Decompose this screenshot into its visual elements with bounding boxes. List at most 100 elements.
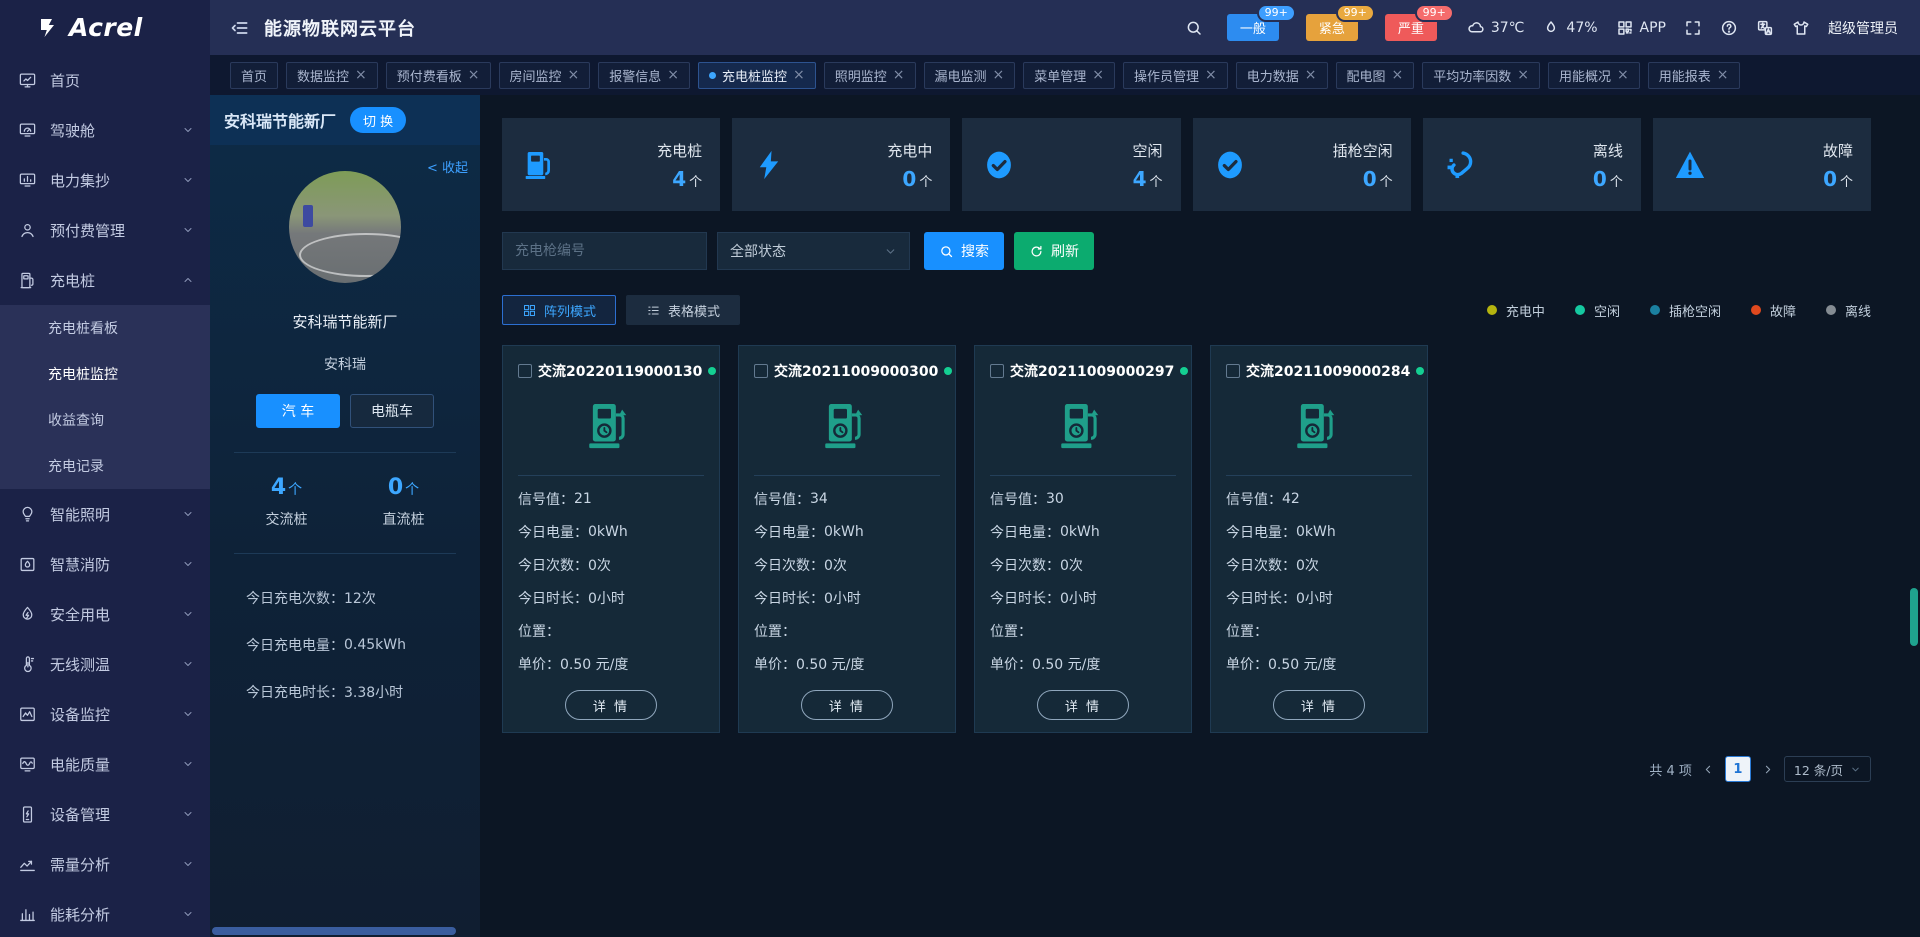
tab[interactable]: 用能报表 × xyxy=(1648,62,1740,89)
sidebar-subitem[interactable]: 充电桩监控 xyxy=(0,351,210,397)
app-qr-button[interactable]: APP xyxy=(1616,19,1666,37)
view-mode-button[interactable]: 表格模式 xyxy=(626,295,740,325)
tab[interactable]: 漏电监测 × xyxy=(924,62,1016,89)
sidebar-item[interactable]: 充电桩 xyxy=(0,255,210,305)
user-name[interactable]: 超级管理员 xyxy=(1828,18,1898,38)
refresh-button[interactable]: 刷新 xyxy=(1014,232,1094,270)
sidebar-item[interactable]: 能耗分析 xyxy=(0,889,210,937)
tab-close-icon[interactable]: × xyxy=(1517,68,1529,82)
tab-close-icon[interactable]: × xyxy=(1617,68,1629,82)
today-stat: 今日充电时长：3.38小时 xyxy=(246,668,480,715)
page-size-select[interactable]: 12 条/页 xyxy=(1784,756,1871,782)
chevron-down-icon xyxy=(1850,764,1861,775)
tab[interactable]: 预付费看板 × xyxy=(386,62,491,89)
search-button[interactable]: 搜索 xyxy=(924,232,1004,270)
view-mode-button[interactable]: 阵列模式 xyxy=(502,295,616,325)
sidebar-item[interactable]: 电力集抄 xyxy=(0,155,210,205)
detail-button[interactable]: 详 情 xyxy=(801,690,893,720)
sidebar-item[interactable]: 预付费管理 xyxy=(0,205,210,255)
sidebar-item-label: 智能照明 xyxy=(50,504,169,525)
vehicle-type-button[interactable]: 电瓶车 xyxy=(350,394,434,428)
tab-close-icon[interactable]: × xyxy=(1305,68,1317,82)
tab[interactable]: 菜单管理 × xyxy=(1023,62,1115,89)
tab[interactable]: 报警信息 × xyxy=(598,62,690,89)
sidebar-item[interactable]: 设备管理 xyxy=(0,789,210,839)
sidebar-item[interactable]: 安全用电 xyxy=(0,589,210,639)
tab[interactable]: 充电桩监控 × xyxy=(698,62,816,89)
tab-close-icon[interactable]: × xyxy=(1205,68,1217,82)
sidebar-subitem-label: 充电记录 xyxy=(48,456,104,476)
sidebar-item[interactable]: 智能照明 xyxy=(0,489,210,539)
alarm-badge[interactable]: 严重 99+ xyxy=(1385,14,1437,41)
tab-close-icon[interactable]: × xyxy=(793,68,805,82)
help-icon[interactable] xyxy=(1720,19,1738,37)
pile-field: 今日次数：0次 xyxy=(990,548,1176,581)
sidebar-item-label: 充电桩 xyxy=(50,270,169,291)
sidebar-item[interactable]: 驾驶舱 xyxy=(0,105,210,155)
sidebar-subitem[interactable]: 收益查询 xyxy=(0,397,210,443)
sidebar-item[interactable]: 设备监控 xyxy=(0,689,210,739)
sidebar-subitem[interactable]: 充电桩看板 xyxy=(0,305,210,351)
tab-close-icon[interactable]: × xyxy=(893,68,905,82)
tab[interactable]: 用能概况 × xyxy=(1548,62,1640,89)
tab[interactable]: 数据监控 × xyxy=(286,62,378,89)
pile-field: 单价：0.50 元/度 xyxy=(754,647,940,680)
legend-dot xyxy=(1650,305,1660,315)
alarm-badge[interactable]: 紧急 99+ xyxy=(1306,14,1358,41)
tab-close-icon[interactable]: × xyxy=(993,68,1005,82)
tab[interactable]: 照明监控 × xyxy=(824,62,916,89)
sidebar-item[interactable]: 电能质量 xyxy=(0,739,210,789)
tab-close-icon[interactable]: × xyxy=(468,68,480,82)
detail-button[interactable]: 详 情 xyxy=(1037,690,1129,720)
tab[interactable]: 房间监控 × xyxy=(499,62,591,89)
tab[interactable]: 平均功率因数 × xyxy=(1422,62,1540,89)
tab[interactable]: 电力数据 × xyxy=(1236,62,1328,89)
language-icon[interactable] xyxy=(1756,19,1774,37)
pile-field: 单价：0.50 元/度 xyxy=(990,647,1176,680)
pile-cards-grid: 交流20220119000130 xyxy=(502,345,1871,733)
chevron-down-icon xyxy=(182,274,194,286)
tab-close-icon[interactable]: × xyxy=(355,68,367,82)
sidebar-item[interactable]: 无线测温 xyxy=(0,639,210,689)
active-tab-dot xyxy=(709,72,716,79)
detail-button[interactable]: 详 情 xyxy=(1273,690,1365,720)
summary-card: 空闲 4个 xyxy=(962,118,1180,211)
sidebar-item[interactable]: 需量分析 xyxy=(0,839,210,889)
collapse-panel-link[interactable]: < 收起 xyxy=(427,157,468,176)
alarm-badge[interactable]: 一般 99+ xyxy=(1227,14,1279,41)
tab[interactable]: 配电图 × xyxy=(1336,62,1415,89)
vertical-scrollbar-thumb[interactable] xyxy=(1910,588,1918,646)
detail-button[interactable]: 详 情 xyxy=(565,690,657,720)
theme-shirt-icon[interactable] xyxy=(1792,19,1810,37)
temperature-value: 37℃ xyxy=(1491,20,1525,36)
menu-collapse-icon[interactable] xyxy=(230,18,250,38)
pile-checkbox[interactable] xyxy=(990,364,1004,378)
sidebar-item[interactable]: 智慧消防 xyxy=(0,539,210,589)
status-select[interactable]: 全部状态 xyxy=(717,232,910,270)
search-icon[interactable] xyxy=(1185,19,1203,37)
tab-close-icon[interactable]: × xyxy=(1717,68,1729,82)
tab-label: 用能概况 xyxy=(1559,66,1611,85)
pile-checkbox[interactable] xyxy=(754,364,768,378)
pile-checkbox[interactable] xyxy=(518,364,532,378)
tab[interactable]: 首页 xyxy=(230,62,278,89)
prev-page-button[interactable] xyxy=(1702,763,1715,776)
tab-close-icon[interactable]: × xyxy=(1392,68,1404,82)
current-page[interactable]: 1 xyxy=(1725,756,1751,782)
chevron-down-icon xyxy=(182,124,194,136)
switch-station-button[interactable]: 切 换 xyxy=(350,107,406,133)
tab[interactable]: 操作员管理 × xyxy=(1123,62,1228,89)
next-page-button[interactable] xyxy=(1761,763,1774,776)
pile-checkbox[interactable] xyxy=(1226,364,1240,378)
tab-close-icon[interactable]: × xyxy=(568,68,580,82)
app-label: APP xyxy=(1640,20,1666,36)
sidebar-subitem[interactable]: 充电记录 xyxy=(0,443,210,489)
sidebar-item[interactable]: 首页 xyxy=(0,55,210,105)
fullscreen-icon[interactable] xyxy=(1684,19,1702,37)
station-name: 安科瑞节能新厂 xyxy=(224,108,336,132)
tab-close-icon[interactable]: × xyxy=(1092,68,1104,82)
gun-number-input[interactable] xyxy=(502,232,707,270)
vehicle-type-button[interactable]: 汽 车 xyxy=(256,394,340,428)
horizontal-scrollbar-thumb[interactable] xyxy=(212,927,456,935)
tab-close-icon[interactable]: × xyxy=(667,68,679,82)
